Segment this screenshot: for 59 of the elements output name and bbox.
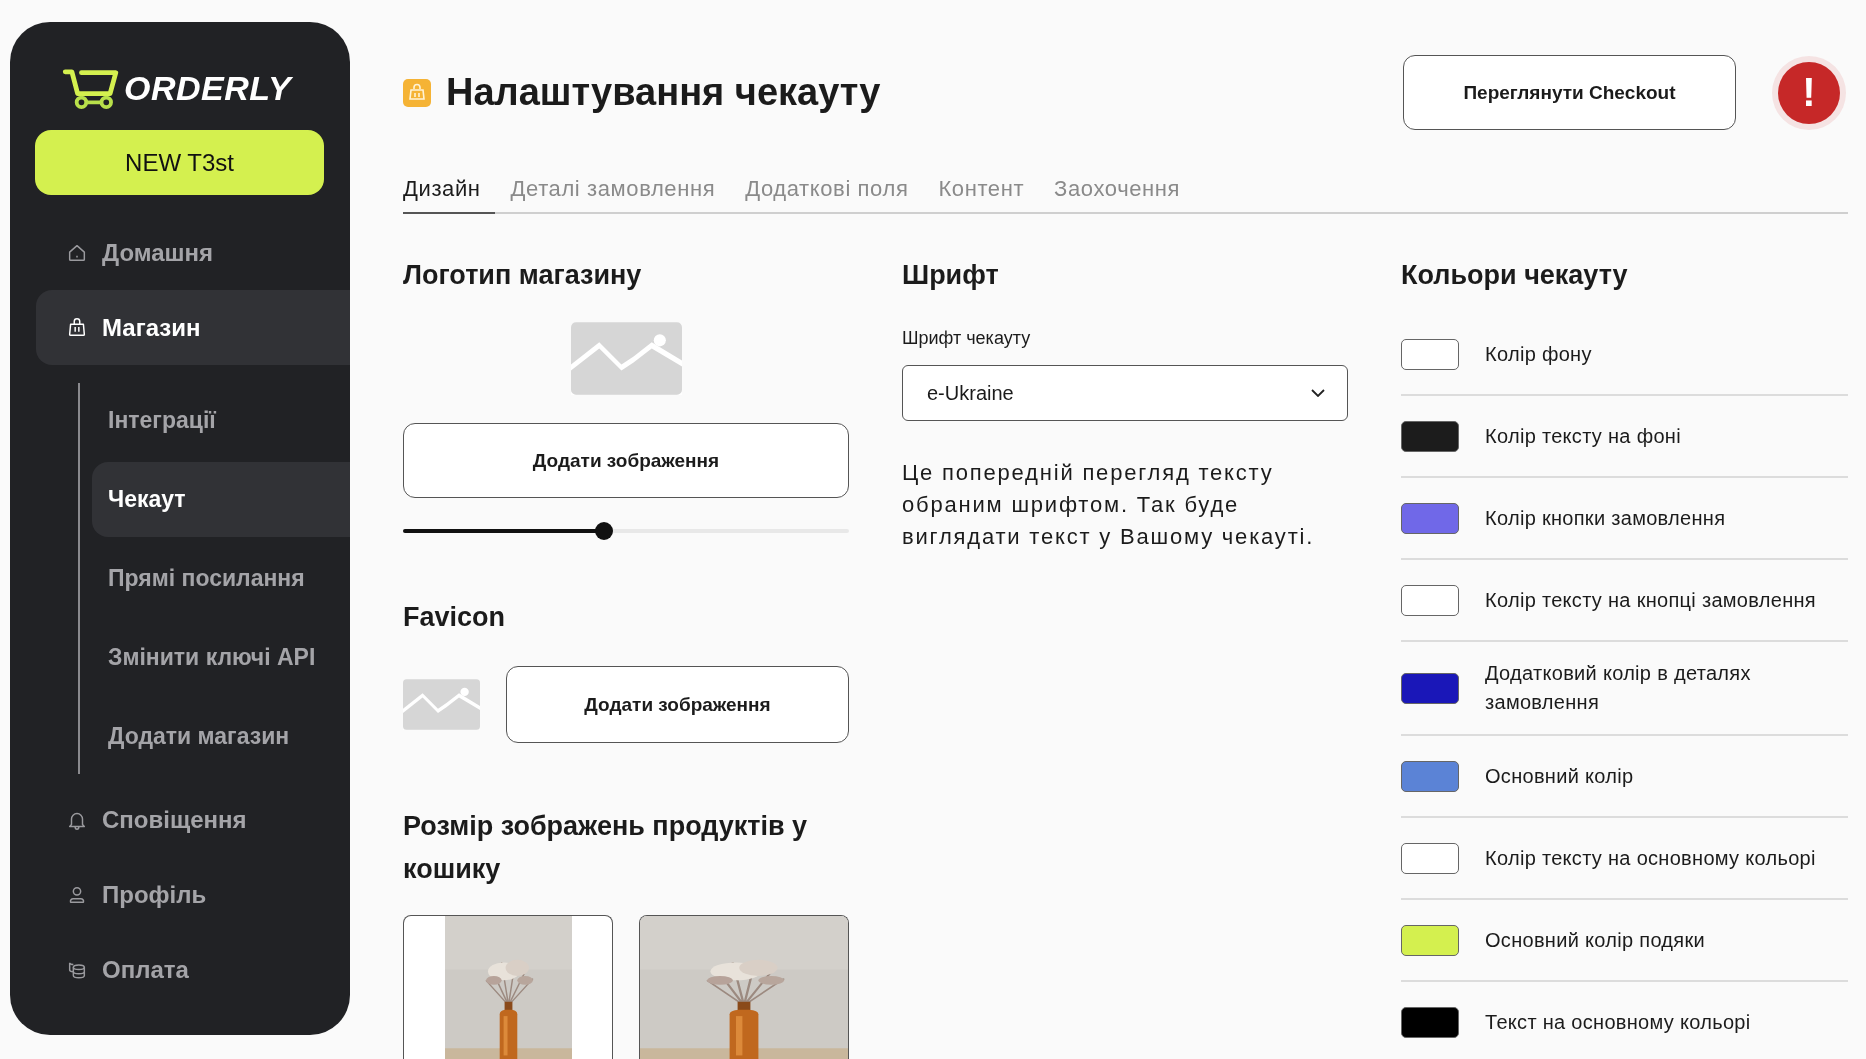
tab[interactable]: Контент [938, 176, 1039, 214]
bag-icon [66, 316, 88, 339]
nav-label: Оплата [102, 955, 189, 984]
tab[interactable]: Заохочення [1054, 176, 1195, 214]
color-swatch[interactable] [1401, 672, 1459, 704]
tab[interactable]: Дизайн [403, 176, 495, 214]
add-image-button[interactable]: Додати зображення [506, 666, 849, 743]
color-label: Додатковий колір в деталях замовлення [1485, 661, 1752, 715]
tab[interactable]: Додаткові поля [745, 176, 923, 214]
color-swatch[interactable] [1401, 584, 1459, 616]
image-placeholder-icon [570, 322, 682, 395]
subnav-item[interactable]: Додати магазин [92, 699, 350, 774]
slider-thumb[interactable] [594, 522, 613, 540]
font-select[interactable]: e-Ukraine [902, 365, 1348, 421]
color-label: Текст на основному кольорі [1485, 1009, 1751, 1035]
color-label: Колір тексту на основному кольорі [1485, 845, 1816, 871]
color-swatch[interactable] [1401, 924, 1459, 956]
nav-label: Домашня [102, 238, 214, 267]
color-label: Основний колір [1485, 763, 1634, 789]
add-image-button[interactable]: Додати зображення [403, 423, 849, 498]
nav-item[interactable]: Профіль [36, 857, 350, 932]
nav-label: Профіль [102, 880, 207, 909]
nav-item[interactable]: Магазин [36, 290, 350, 365]
nav-item[interactable]: Сповіщення [36, 782, 350, 857]
section-heading: Розмір зображень продуктів у кошику [403, 810, 809, 886]
page-title: Налаштування чекауту [446, 71, 881, 114]
chevron-down-icon [1311, 389, 1325, 397]
color-label: Основний колір подяки [1485, 927, 1705, 953]
section-heading: Кольори чекауту [1401, 259, 1629, 292]
subnav-item[interactable]: Змінити ключі API [92, 620, 350, 695]
nav-item[interactable]: Домашня [36, 215, 350, 290]
subnav-item[interactable]: Прямі посилання [92, 541, 350, 616]
color-swatch[interactable] [1401, 502, 1459, 534]
nav-item[interactable]: Оплата [36, 932, 350, 1007]
font-preview-text: Це попередній перегляд тексту обраним шрифтом. Так буде виглядати текст у Вашому чекауті. [902, 459, 1316, 551]
section-heading: Шрифт [902, 259, 1000, 292]
tab[interactable]: Деталі замовлення [510, 176, 730, 214]
color-swatch[interactable] [1401, 842, 1459, 874]
color-label: Колір фону [1485, 341, 1592, 367]
field-label: Шрифт чекауту [902, 328, 1032, 349]
section-heading: Логотип магазину [403, 259, 643, 292]
nav-label: Сповіщення [102, 805, 247, 834]
store-button[interactable]: NEW T3st [35, 130, 324, 195]
nav-label: Магазин [102, 313, 201, 342]
section-heading: Favicon [403, 601, 507, 634]
color-label: Колір кнопки замовлення [1485, 505, 1726, 531]
size-slider[interactable] [403, 522, 849, 540]
color-swatch[interactable] [1401, 420, 1459, 452]
subnav-item[interactable]: Інтеграції [92, 383, 350, 458]
cart-logo-icon [62, 67, 120, 109]
color-label: Колір тексту на фоні [1485, 423, 1681, 449]
color-swatch[interactable] [1401, 760, 1459, 792]
preview-checkout-button[interactable]: Переглянути Checkout [1403, 55, 1736, 130]
subnav-item[interactable]: Чекаут [92, 462, 350, 537]
logo-text: ORDERLY [124, 68, 292, 108]
bag-icon [403, 78, 431, 107]
color-label: Колір тексту на кнопці замовлення [1485, 587, 1816, 613]
color-swatch[interactable] [1401, 338, 1459, 370]
color-swatch[interactable] [1401, 1006, 1459, 1038]
